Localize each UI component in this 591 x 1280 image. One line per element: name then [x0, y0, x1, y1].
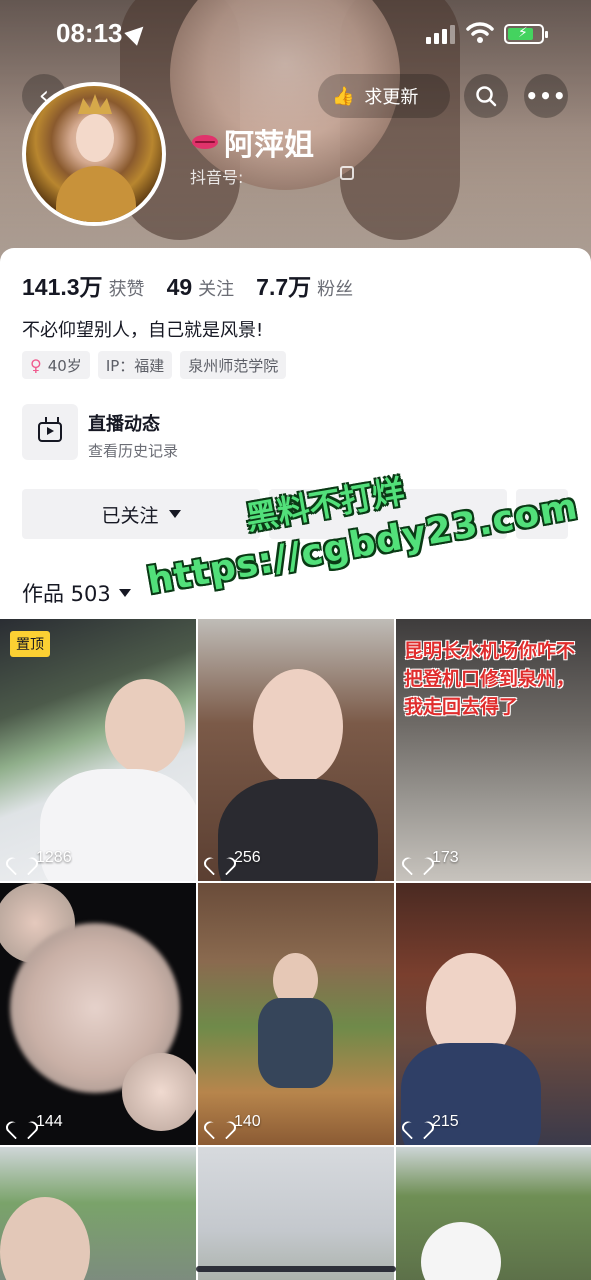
more-dots-icon: ••• [525, 84, 567, 108]
ip-tag: IP：福建 [97, 351, 173, 379]
school-tag[interactable]: 泉州师范学院 [180, 351, 287, 379]
nickname-row: 阿萍姐 [192, 120, 314, 164]
avatar[interactable] [22, 82, 166, 226]
live-history-button[interactable] [22, 404, 78, 460]
video-thumbnail[interactable]: 256 [198, 619, 394, 881]
bio-text: 不必仰望别人，自己就是风景! [22, 320, 264, 341]
cellular-signal-icon [426, 24, 456, 44]
stat-followers[interactable]: 7.7万 粉丝 [256, 268, 353, 302]
status-time: 08:13 [56, 18, 123, 48]
video-thumbnail[interactable]: 215 [396, 883, 591, 1145]
douyin-id-label: 抖音号: [190, 168, 244, 187]
video-thumbnail[interactable]: 144 [0, 883, 196, 1145]
video-thumbnail[interactable]: 昆明长水机场你咋不把登机口修到泉州，我走回去得了 173 [396, 619, 591, 881]
caret-down-icon [168, 510, 181, 518]
video-thumbnail[interactable] [396, 1147, 591, 1280]
video-overlay-text: 昆明长水机场你咋不把登机口修到泉州，我走回去得了 [404, 640, 576, 718]
like-count: 1286 [12, 849, 72, 867]
stat-value: 141.3万 [22, 274, 103, 300]
thumbs-up-icon: 👍 [332, 85, 355, 107]
request-update-label: 求更新 [364, 87, 419, 108]
like-count-value: 1286 [36, 849, 72, 866]
heart-icon [12, 1114, 30, 1130]
stat-label: 粉丝 [317, 279, 354, 300]
heart-icon [210, 850, 228, 866]
profile-tags: ♀ 40岁 IP：福建 泉州师范学院 [22, 351, 287, 379]
status-bar: 08:13 ⚡ [0, 0, 591, 66]
like-count: 215 [408, 1113, 459, 1131]
like-count-value: 215 [432, 1113, 459, 1130]
age-tag: ♀ 40岁 [22, 351, 90, 379]
video-grid: 置顶 1286 256 昆明长水机场你咋不把登机口修到泉州，我走回去得了 173… [0, 619, 591, 1280]
heart-icon [12, 850, 30, 866]
stat-following[interactable]: 49 关注 [167, 274, 235, 301]
search-button[interactable] [464, 74, 508, 118]
like-count-value: 140 [234, 1113, 261, 1130]
location-arrow-icon [124, 20, 150, 46]
like-count-value: 256 [234, 849, 261, 866]
profile-stats: 141.3万 获赞 49 关注 7.7万 粉丝 [22, 268, 353, 302]
battery-icon: ⚡ [504, 24, 548, 44]
more-options-button[interactable]: ••• [524, 74, 568, 118]
heart-icon [210, 1114, 228, 1130]
heart-icon [408, 850, 426, 866]
lips-emoji-icon [192, 135, 218, 149]
like-count: 173 [408, 849, 459, 867]
like-count: 140 [210, 1113, 261, 1131]
wifi-icon [466, 22, 494, 43]
works-label: 作品 503 [22, 582, 111, 606]
live-title[interactable]: 直播动态 [88, 410, 160, 436]
live-subtitle[interactable]: 查看历史记录 [88, 440, 178, 461]
stat-value: 7.7万 [256, 274, 312, 300]
like-count: 256 [210, 849, 261, 867]
like-count: 144 [12, 1113, 63, 1131]
followed-button[interactable]: 已关注 [22, 489, 260, 539]
like-count-value: 173 [432, 849, 459, 866]
tv-play-icon [38, 422, 62, 442]
video-thumbnail[interactable] [198, 1147, 394, 1280]
caret-down-icon [118, 589, 131, 597]
request-update-button[interactable]: 👍 求更新 [318, 74, 450, 118]
search-icon [476, 86, 497, 107]
age-label: 40岁 [47, 356, 82, 375]
stat-value: 49 [166, 274, 193, 300]
nickname: 阿萍姐 [224, 128, 314, 163]
like-count-value: 144 [36, 1113, 63, 1130]
video-thumbnail[interactable]: 140 [198, 883, 394, 1145]
heart-icon [408, 1114, 426, 1130]
stat-label: 关注 [198, 279, 235, 300]
video-thumbnail[interactable]: 置顶 1286 [0, 619, 196, 881]
stat-likes[interactable]: 141.3万 获赞 [22, 268, 145, 302]
home-indicator [196, 1266, 396, 1272]
pinned-badge: 置顶 [10, 631, 50, 657]
works-tab[interactable]: 作品 503 [22, 578, 131, 608]
copy-icon[interactable] [340, 166, 354, 180]
followed-label: 已关注 [101, 504, 159, 527]
stat-label: 获赞 [108, 279, 145, 300]
video-thumbnail[interactable] [0, 1147, 196, 1280]
female-icon: ♀ [30, 355, 42, 375]
